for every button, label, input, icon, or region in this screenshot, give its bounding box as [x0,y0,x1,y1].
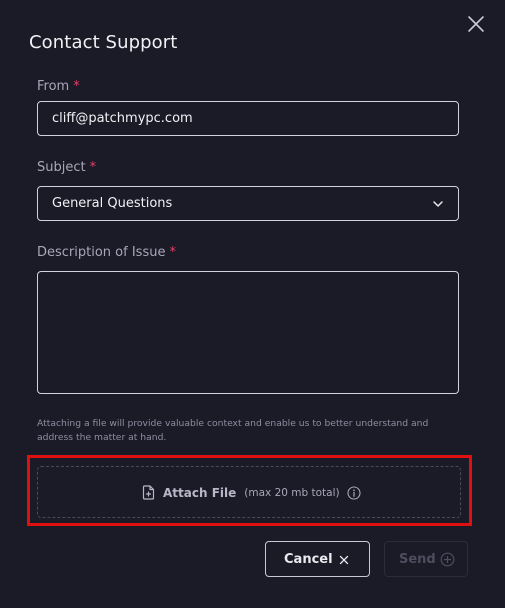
contact-support-dialog: Contact Support From * cliff@patchmypc.co… [0,0,505,608]
attachment-helper-text: Attaching a file will provide valuable c… [37,418,429,443]
subject-value: General Questions [52,196,173,211]
x-icon [339,555,349,565]
required-mark: * [169,245,176,260]
send-button[interactable]: Send [384,541,468,577]
cancel-button[interactable]: Cancel [265,541,370,577]
close-icon [468,16,484,32]
subject-label-text: Subject [37,160,86,175]
send-label: Send [399,552,436,567]
from-label: From * [37,79,80,94]
description-label-text: Description of Issue [37,245,166,260]
close-button[interactable] [464,12,488,36]
required-mark: * [73,79,80,94]
from-label-text: From [37,79,70,94]
description-textarea[interactable] [37,271,459,394]
subject-select[interactable]: General Questions [37,186,459,221]
cancel-label: Cancel [284,552,333,567]
dialog-title: Contact Support [29,32,178,53]
chevron-down-icon [433,201,443,207]
from-value: cliff@patchmypc.com [52,111,193,126]
attach-file-highlight [27,455,472,526]
from-field[interactable]: cliff@patchmypc.com [37,101,459,136]
plus-circle-icon [440,552,455,567]
subject-label: Subject * [37,160,96,175]
description-label: Description of Issue * [37,245,176,260]
required-mark: * [89,160,97,175]
